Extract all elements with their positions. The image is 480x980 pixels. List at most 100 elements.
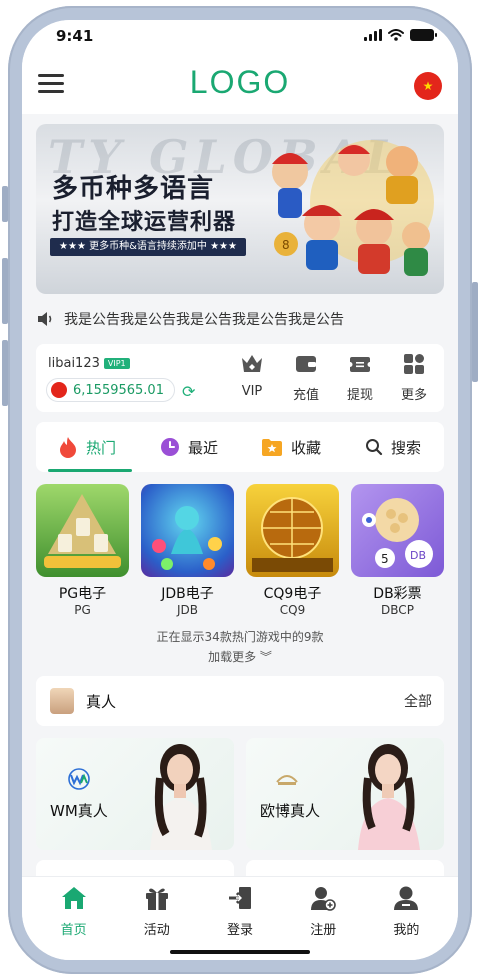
game-thumbnail-pg (36, 484, 129, 577)
balance-amount: 6,1559565.01 (73, 382, 164, 398)
game-thumbnail-cq9 (246, 484, 339, 577)
live-dealer-avatar-icon (50, 688, 74, 714)
signal-icon (364, 29, 382, 41)
tab-recent-label: 最近 (187, 438, 218, 457)
tab-search-label: 搜索 (390, 438, 421, 457)
nav-login-label: 登录 (227, 923, 254, 938)
tab-recent[interactable]: 最近 (138, 422, 240, 472)
nav-register[interactable]: 注册 (282, 885, 365, 960)
currency-flag-icon (51, 382, 67, 398)
game-tile-db[interactable]: 5 DB DB彩票 DBCP (351, 484, 444, 617)
game-code-cq9: CQ9 (279, 603, 306, 617)
nav-login[interactable]: 登录 (198, 885, 281, 960)
volume-up-button (2, 258, 8, 324)
nav-home[interactable]: 首页 (32, 885, 115, 960)
status-time: 9:41 (56, 27, 94, 45)
banner-title-line2: 打造全球运营利器 (52, 210, 237, 235)
clock-icon (160, 438, 179, 456)
announcement-bar[interactable]: 我是公告我是公告我是公告我是公告我是公告 (36, 306, 444, 332)
home-icon (61, 887, 86, 909)
game-name-db: DB彩票 (373, 586, 422, 602)
vip-button[interactable]: VIP (230, 352, 274, 403)
ticket-icon (347, 357, 373, 372)
account-actions: VIP 充值 提现 更多 (230, 352, 436, 403)
game-grid: PG电子 PG JDB电子 JDB CQ9电子 CQ9 5 DB DB彩票 DB… (36, 484, 444, 617)
live-view-all-link[interactable]: 全部 (404, 691, 432, 711)
nav-profile[interactable]: 我的 (365, 885, 448, 960)
tab-favorites[interactable]: 收藏 (240, 422, 342, 472)
game-code-db: DBCP (381, 603, 414, 617)
svg-text:DB: DB (410, 549, 426, 562)
more-button[interactable]: 更多 (392, 352, 436, 403)
nav-register-label: 注册 (310, 923, 337, 938)
withdraw-button[interactable]: 提现 (338, 352, 382, 403)
vip-label: VIP (241, 384, 263, 399)
volume-down-button (2, 340, 8, 406)
app-logo: LOGO (189, 64, 291, 100)
tab-favorites-label: 收藏 (290, 438, 321, 457)
deposit-label: 充值 (292, 388, 319, 403)
game-tile-jdb[interactable]: JDB电子 JDB (141, 484, 234, 617)
banner-ribbon: ★★★ 更多币种&语言持续添加中 ★★★ (50, 238, 246, 256)
showing-count-text: 正在显示34款热门游戏中的9款 (156, 630, 324, 644)
wm-logo-icon (68, 768, 90, 790)
wallet-icon (296, 356, 316, 372)
live-casino-header: 真人 全部 (36, 676, 444, 726)
battery-icon (410, 29, 437, 41)
status-icons (364, 29, 437, 41)
live-card-wm[interactable]: WM真人 (36, 738, 234, 850)
dealer-photo (150, 744, 212, 850)
nav-activity[interactable]: 活动 (115, 885, 198, 960)
live-brand-wm: WM真人 (50, 802, 108, 820)
power-button (472, 282, 478, 382)
game-tile-cq9[interactable]: CQ9电子 CQ9 (246, 484, 339, 617)
wifi-icon (388, 29, 404, 41)
dealer-photo (358, 744, 420, 850)
refresh-balance-icon[interactable]: ⟳ (182, 382, 195, 401)
tab-hot-label: 热门 (85, 438, 116, 457)
live-card-ob[interactable]: 欧博真人 (246, 738, 444, 850)
load-more-button[interactable]: 加载更多 ︾ (22, 648, 458, 665)
tab-hot[interactable]: 热门 (36, 422, 138, 472)
username-row: libai123 VIP1 (48, 356, 130, 371)
status-bar: 9:41 (22, 20, 458, 56)
china-flag-icon[interactable]: ★ (414, 72, 442, 100)
live-casino-title: 真人 (86, 693, 117, 711)
app-screen: 9:41 LOGO ★ TY GLOBAL 多币种多语言 打造全球运营利器 ★★… (22, 20, 458, 960)
game-thumbnail-jdb (141, 484, 234, 577)
tab-search[interactable]: 搜索 (342, 422, 444, 472)
game-name-jdb: JDB电子 (161, 586, 214, 602)
balance-pill: 6,1559565.01 (46, 378, 175, 402)
star-folder-icon (261, 439, 282, 456)
game-tile-pg[interactable]: PG电子 PG (36, 484, 129, 617)
nav-home-label: 首页 (60, 923, 87, 938)
flame-icon (59, 437, 76, 458)
live-brand-ob: 欧博真人 (260, 802, 321, 820)
game-category-tabs: 热门 最近 收藏 搜索 (36, 422, 444, 472)
user-account-card: libai123 VIP1 6,1559565.01 ⟳ VIP 充值 提现 更… (36, 344, 444, 412)
banner-characters-illustration: 8 (272, 140, 434, 276)
login-icon (229, 887, 251, 909)
game-name-pg: PG电子 (58, 586, 107, 602)
search-icon (365, 439, 383, 456)
user-icon (394, 886, 419, 910)
speaker-icon (38, 312, 52, 326)
home-indicator (170, 950, 310, 954)
grid-icon (404, 354, 424, 374)
gift-icon (145, 888, 168, 910)
banner-title-line1: 多币种多语言 (52, 174, 215, 204)
ob-logo-icon (276, 775, 298, 785)
game-name-cq9: CQ9电子 (263, 586, 322, 602)
vip-level-badge: VIP1 (103, 358, 130, 369)
mute-switch (2, 186, 8, 222)
promo-banner[interactable]: TY GLOBAL 多币种多语言 打造全球运营利器 ★★★ 更多币种&语言持续添… (36, 124, 444, 294)
crown-icon (242, 355, 262, 372)
deposit-button[interactable]: 充值 (284, 352, 328, 403)
game-code-jdb: JDB (176, 603, 198, 617)
svg-text:8: 8 (282, 238, 290, 252)
app-header: LOGO ★ (22, 56, 458, 114)
nav-profile-label: 我的 (393, 923, 420, 938)
announcement-text: 我是公告我是公告我是公告我是公告我是公告 (64, 312, 344, 328)
game-code-pg: PG (74, 603, 91, 617)
svg-text:5: 5 (381, 552, 389, 566)
